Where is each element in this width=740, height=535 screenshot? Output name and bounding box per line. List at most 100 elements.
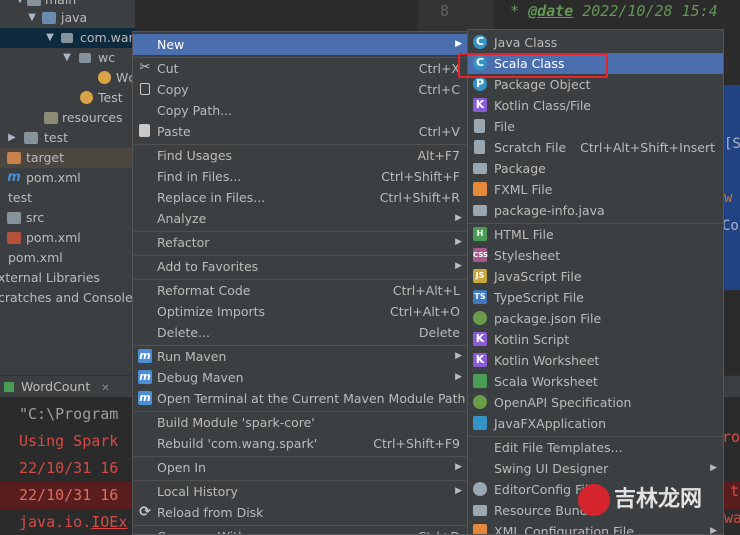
menu-item-open-in[interactable]: Open In ▶ <box>133 457 468 478</box>
menu-item-label: OpenAPI Specification <box>494 395 632 410</box>
menu-item-label: Refactor <box>157 235 210 250</box>
run-tab-wordcount[interactable]: WordCount ✕ <box>0 376 110 398</box>
menu-item-stylesheet[interactable]: CSS Stylesheet <box>468 245 723 266</box>
menu-item-label: Local History <box>157 484 238 499</box>
package-object-icon: P <box>473 77 487 91</box>
tree-item-com-wang[interactable]: ▼ com.wan <box>0 28 135 48</box>
menu-item-label: Open Terminal at the Current Maven Modul… <box>157 391 466 406</box>
menu-item-kotlin-worksheet[interactable]: K Kotlin Worksheet <box>468 350 723 371</box>
menu-item-run-maven[interactable]: m Run Maven ▶ <box>133 346 468 367</box>
menu-item-java-class[interactable]: C Java Class <box>468 32 723 53</box>
menu-item-build-module[interactable]: Build Module 'spark-core' <box>133 412 468 433</box>
tree-item-scratches[interactable]: cratches and Consoles <box>0 288 135 308</box>
exception-link[interactable]: IOEx <box>91 513 127 531</box>
chevron-right-icon: ▶ <box>710 463 717 473</box>
close-icon[interactable]: ✕ <box>101 383 109 394</box>
folder-icon <box>27 0 41 6</box>
menu-item-copy-path[interactable]: Copy Path... <box>133 100 468 121</box>
tree-item-label: Test <box>98 90 123 105</box>
menu-item-package-info[interactable]: package-info.java <box>468 200 723 221</box>
menu-item-package[interactable]: Package <box>468 158 723 179</box>
chevron-right-icon[interactable]: ▶ <box>6 128 18 148</box>
menu-item-local-history[interactable]: Local History ▶ <box>133 481 468 502</box>
menu-item-reformat-code[interactable]: Reformat Code Ctrl+Alt+L <box>133 280 468 301</box>
tree-item-label: pom.xml <box>26 230 81 245</box>
tree-item-pom[interactable]: m pom.xml <box>0 168 135 188</box>
tree-item-wc[interactable]: ▼ wc <box>0 48 135 68</box>
chevron-right-icon: ▶ <box>455 372 462 382</box>
tree-item-pom[interactable]: pom.xml <box>0 248 135 268</box>
menu-item-package-json[interactable]: package.json File <box>468 308 723 329</box>
menu-item-delete[interactable]: Delete... Delete <box>133 322 468 343</box>
folder-icon <box>24 132 38 144</box>
menu-item-edit-file-templates[interactable]: Edit File Templates... <box>468 437 723 458</box>
package-icon <box>61 33 73 43</box>
tree-item-wc-object[interactable]: Wc <box>0 68 135 88</box>
menu-item-compare-with[interactable]: Compare With... Ctrl+D <box>133 526 468 534</box>
menu-item-kotlin-class[interactable]: K Kotlin Class/File <box>468 95 723 116</box>
maven-debug-icon: m <box>138 370 152 384</box>
menu-item-javafx-application[interactable]: JavaFXApplication <box>468 413 723 434</box>
menu-item-open-terminal[interactable]: m Open Terminal at the Current Maven Mod… <box>133 388 468 409</box>
tree-item-pom[interactable]: pom.xml <box>0 228 135 248</box>
chevron-right-icon: ▶ <box>455 462 462 472</box>
tree-item-label: resources <box>62 110 123 125</box>
paste-icon <box>139 124 150 137</box>
html-file-icon: H <box>473 227 487 241</box>
tree-item-test-module[interactable]: test <box>0 188 135 208</box>
tree-item-label: com.wan <box>80 30 135 45</box>
menu-item-file[interactable]: File <box>468 116 723 137</box>
chevron-down-icon[interactable]: ▼ <box>61 48 73 68</box>
tree-item-resources[interactable]: resources <box>0 108 135 128</box>
menu-item-label: Scala Worksheet <box>494 374 598 389</box>
menu-item-scala-worksheet[interactable]: Scala Worksheet <box>468 371 723 392</box>
scratch-file-icon <box>474 140 485 154</box>
menu-item-find-in-files[interactable]: Find in Files... Ctrl+Shift+F <box>133 166 468 187</box>
menu-item-kotlin-script[interactable]: K Kotlin Script <box>468 329 723 350</box>
chevron-right-icon: ▶ <box>455 486 462 496</box>
menu-item-swing-ui-designer[interactable]: Swing UI Designer ▶ <box>468 458 723 479</box>
menu-item-label: Edit File Templates... <box>494 440 623 455</box>
menu-item-html-file[interactable]: H HTML File <box>468 224 723 245</box>
menu-item-shortcut: Delete <box>418 325 460 340</box>
tree-item-test-object[interactable]: Test <box>0 88 135 108</box>
tree-item-java[interactable]: ▼ java <box>0 8 135 28</box>
tree-item-external-libraries[interactable]: xternal Libraries <box>0 268 135 288</box>
menu-item-paste[interactable]: Paste Ctrl+V <box>133 121 468 142</box>
resource-bundle-icon <box>473 505 487 516</box>
npm-icon <box>473 311 487 325</box>
css-file-icon: CSS <box>473 248 488 262</box>
menu-item-javascript-file[interactable]: JS JavaScript File <box>468 266 723 287</box>
menu-item-analyze[interactable]: Analyze ▶ <box>133 208 468 229</box>
menu-item-scratch-file[interactable]: Scratch File Ctrl+Alt+Shift+Insert <box>468 137 723 158</box>
tree-item-test-folder[interactable]: ▶ test <box>0 128 135 148</box>
exception-package: java.io. <box>19 513 92 531</box>
menu-item-xml-configuration-file[interactable]: XML Configuration File ▶ <box>468 521 723 534</box>
menu-item-label: Reformat Code <box>157 283 251 298</box>
menu-item-shortcut: Alt+F7 <box>417 148 460 163</box>
chevron-down-icon[interactable]: ▼ <box>44 28 56 48</box>
menu-item-openapi[interactable]: OpenAPI Specification <box>468 392 723 413</box>
menu-item-find-usages[interactable]: Find Usages Alt+F7 <box>133 145 468 166</box>
tree-item-target[interactable]: target <box>0 148 135 168</box>
menu-item-replace-in-files[interactable]: Replace in Files... Ctrl+Shift+R <box>133 187 468 208</box>
menu-item-rebuild[interactable]: Rebuild 'com.wang.spark' Ctrl+Shift+F9 <box>133 433 468 454</box>
menu-item-label: TypeScript File <box>494 290 584 305</box>
menu-item-cut[interactable]: ✂ Cut Ctrl+X <box>133 58 468 79</box>
menu-item-new[interactable]: New ▶ <box>133 34 468 55</box>
menu-item-optimize-imports[interactable]: Optimize Imports Ctrl+Alt+O <box>133 301 468 322</box>
menu-item-label: package.json File <box>494 311 602 326</box>
menu-item-label: Package <box>494 161 546 176</box>
menu-item-copy[interactable]: Copy Ctrl+C <box>133 79 468 100</box>
menu-item-label: Scratch File <box>494 140 567 155</box>
menu-item-fxml-file[interactable]: FXML File <box>468 179 723 200</box>
menu-item-label: Build Module 'spark-core' <box>157 415 315 430</box>
menu-item-typescript-file[interactable]: TS TypeScript File <box>468 287 723 308</box>
menu-item-refactor[interactable]: Refactor ▶ <box>133 232 468 253</box>
chevron-down-icon[interactable]: ▼ <box>26 8 38 28</box>
tree-item-src[interactable]: src <box>0 208 135 228</box>
menu-item-label: Optimize Imports <box>157 304 266 319</box>
menu-item-reload-from-disk[interactable]: ⟳ Reload from Disk <box>133 502 468 523</box>
menu-item-add-to-favorites[interactable]: Add to Favorites ▶ <box>133 256 468 277</box>
menu-item-debug-maven[interactable]: m Debug Maven ▶ <box>133 367 468 388</box>
